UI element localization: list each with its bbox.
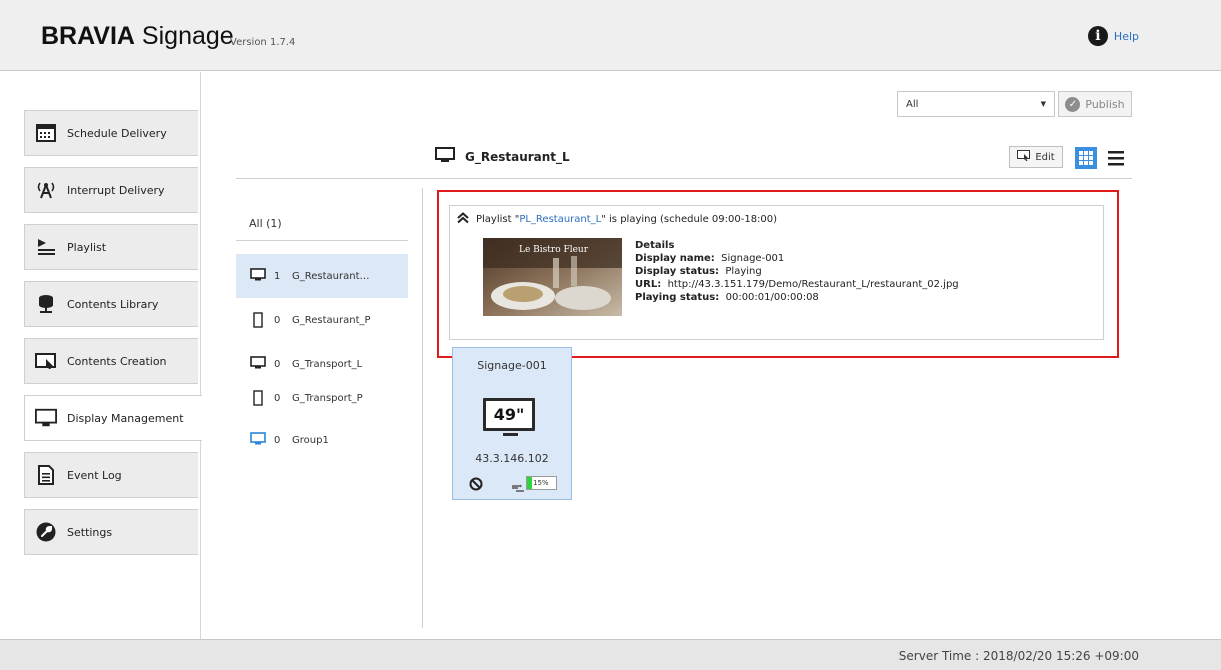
list-view-button[interactable] (1107, 149, 1125, 167)
group-title-text: G_Restaurant_L (465, 149, 570, 164)
sidebar-item-interrupt-delivery[interactable]: Interrupt Delivery (24, 167, 198, 213)
sidebar-item-contents-library[interactable]: Contents Library (24, 281, 198, 327)
thumbnail-caption: Le Bistro Fleur (519, 245, 589, 255)
filter-value: All (906, 98, 919, 110)
filter-select[interactable]: All ▼ (897, 91, 1055, 117)
network-icon (511, 478, 525, 492)
help-label: Help (1113, 29, 1139, 43)
monitor-icon (250, 356, 266, 372)
list-icon (1108, 151, 1124, 166)
playlist-icon (35, 236, 57, 258)
portrait-monitor-icon (250, 312, 266, 328)
sidebar-item-label: Settings (67, 525, 113, 539)
details-title: Details (635, 240, 675, 251)
group-all-label[interactable]: All (1) (249, 217, 282, 230)
portrait-monitor-icon (250, 390, 266, 406)
sidebar-item-label: Contents Creation (67, 354, 167, 368)
sidebar-item-label: Display Management (67, 411, 184, 425)
sidebar-item-contents-creation[interactable]: Contents Creation (24, 338, 198, 384)
group-count: 0 (274, 392, 281, 404)
divider (422, 188, 423, 628)
display-status-value: Playing (725, 266, 762, 277)
publish-label: Publish (1085, 97, 1125, 111)
playlist-status-line: Playlist "PL_Restaurant_L" is playing (s… (456, 212, 777, 227)
monitor-icon (250, 432, 266, 448)
group-name: G_Restaurant_P (292, 314, 371, 326)
brand-logo: BRAVIA Signage (41, 22, 234, 50)
monitor-icon (35, 407, 57, 429)
monitor-icon (250, 268, 266, 284)
collapse-chevron-icon[interactable] (456, 212, 470, 227)
group-item[interactable]: 0 G_Restaurant_P (236, 298, 408, 342)
calendar-icon (35, 122, 57, 144)
sidebar-nav: Schedule Delivery Interrupt Delivery Pla… (0, 72, 202, 639)
sidebar-item-label: Playlist (67, 240, 107, 254)
check-circle-icon: ✓ (1065, 96, 1081, 112)
database-icon (35, 293, 57, 315)
content-thumbnail: Le Bistro Fleur (483, 238, 622, 316)
dropdown-arrow-icon: ▼ (1040, 100, 1046, 108)
network-usage-badge: 15% (526, 476, 557, 490)
tv-stand (503, 433, 518, 436)
tv-size-icon: 49" (483, 398, 535, 431)
prohibited-icon (469, 476, 483, 491)
edit-button[interactable]: Edit (1009, 146, 1063, 168)
divider (236, 240, 408, 241)
group-count: 0 (274, 358, 281, 370)
group-title: G_Restaurant_L (435, 147, 570, 166)
app-header: BRAVIA Signage Version 1.7.4 i Help (0, 0, 1221, 71)
edit-label: Edit (1035, 151, 1055, 163)
details-block: Details Display name: Signage-001 Displa… (635, 240, 959, 303)
group-count: 1 (274, 270, 281, 282)
network-usage-fill (527, 477, 532, 489)
sidebar-item-schedule-delivery[interactable]: Schedule Delivery (24, 110, 198, 156)
display-name: Signage-001 (477, 359, 547, 372)
sidebar-item-label: Schedule Delivery (67, 126, 167, 140)
version-label: Version 1.7.4 (230, 37, 296, 48)
edit-window-icon (35, 350, 57, 372)
group-item[interactable]: 0 Group1 (236, 418, 408, 462)
publish-button[interactable]: ✓ Publish (1058, 91, 1132, 117)
monitor-icon (435, 147, 455, 166)
info-icon: i (1087, 26, 1108, 46)
playing-status-value: 00:00:01/00:00:08 (725, 292, 819, 303)
edit-window-icon (1017, 150, 1031, 164)
sidebar-item-display-management[interactable]: Display Management (24, 395, 202, 441)
network-usage-label: 15% (533, 479, 549, 487)
grid-icon (1079, 151, 1093, 165)
playlist-link[interactable]: PL_Restaurant_L (519, 214, 601, 225)
sidebar-item-label: Interrupt Delivery (67, 183, 165, 197)
group-name: G_Transport_P (292, 392, 363, 404)
group-count: 0 (274, 314, 281, 326)
group-name: G_Transport_L (292, 358, 363, 370)
display-name-value: Signage-001 (721, 253, 785, 264)
help-link[interactable]: i Help (1087, 26, 1139, 46)
document-icon (35, 464, 57, 486)
group-name: Group1 (292, 434, 329, 446)
display-ip: 43.3.146.102 (475, 452, 549, 465)
sidebar-item-event-log[interactable]: Event Log (24, 452, 198, 498)
sidebar-item-label: Event Log (67, 468, 122, 482)
footer: Server Time : 2018/02/20 15:26 +09:00 (0, 639, 1221, 670)
wrench-icon (35, 521, 57, 543)
url-value: http://43.3.151.179/Demo/Restaurant_L/re… (667, 279, 959, 290)
group-name: G_Restaurant… (292, 270, 370, 282)
group-item[interactable]: 1 G_Restaurant… (236, 254, 408, 298)
group-item[interactable]: 0 G_Transport_P (236, 376, 408, 420)
broadcast-icon (35, 179, 57, 201)
sidebar-item-label: Contents Library (67, 297, 159, 311)
server-time: Server Time : 2018/02/20 15:26 +09:00 (898, 649, 1139, 663)
grid-view-button[interactable] (1075, 147, 1097, 169)
group-count: 0 (274, 434, 281, 446)
sidebar-item-playlist[interactable]: Playlist (24, 224, 198, 270)
display-card[interactable]: Signage-001 49" 43.3.146.102 15% (452, 347, 572, 500)
divider (236, 178, 1132, 179)
sidebar-item-settings[interactable]: Settings (24, 509, 198, 555)
